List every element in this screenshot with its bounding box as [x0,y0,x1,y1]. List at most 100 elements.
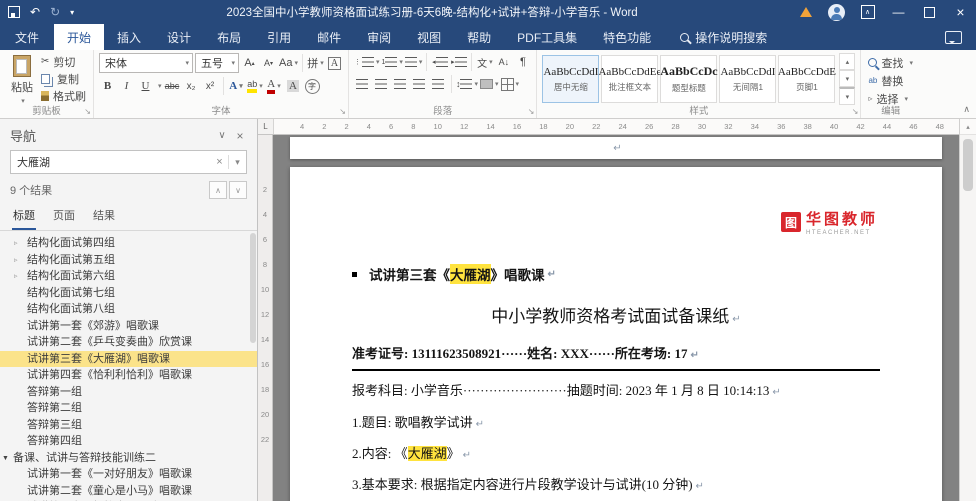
align-right-button[interactable] [392,75,409,93]
phonetic-guide-button[interactable]: 拼▾ [307,54,324,72]
close-button[interactable]: × [945,0,976,24]
collapse-ribbon-button[interactable]: ∧ [963,104,970,115]
font-name-select[interactable]: 宋体▾ [99,53,193,73]
tab-layout[interactable]: 布局 [204,24,254,50]
nav-tab-pages[interactable]: 页面 [52,204,76,230]
justify-button[interactable] [411,75,428,93]
cut-button[interactable]: ✂剪切 [39,53,88,70]
multilevel-list-button[interactable]: ▾ [405,53,423,71]
navigation-close-button[interactable]: × [231,129,249,143]
grow-font-button[interactable]: A▴ [241,54,258,72]
line-spacing-button[interactable]: ↕▾ [456,75,478,93]
tab-help[interactable]: 帮助 [454,24,504,50]
tab-mailings[interactable]: 邮件 [304,24,354,50]
search-options-button[interactable]: ▾ [229,157,246,168]
scroll-up-button[interactable]: ▴ [960,119,976,135]
collapse-icon[interactable]: ▼ [2,453,9,466]
account-button[interactable] [821,0,852,24]
paragraph-dialog-launcher[interactable]: ↘ [528,108,535,116]
shading-button[interactable]: ▾ [480,75,499,93]
clipboard-dialog-launcher[interactable]: ↘ [84,108,91,116]
nav-heading-item[interactable]: 试讲第一套《郊游》唱歌课 [0,318,257,335]
change-case-button[interactable]: Aa▾ [279,54,298,72]
tab-home[interactable]: 开始 [54,24,104,50]
nav-heading-item[interactable]: 试讲第二套《童心是小马》唱歌课 [0,483,257,500]
style-card[interactable]: AaBbCcDdI 居中无缩 [542,55,599,103]
nav-heading-item[interactable]: 答辩第二组 [0,400,257,417]
undo-button[interactable]: ↶ [30,5,40,19]
borders-button[interactable]: ▾ [501,75,520,93]
nav-heading-item[interactable]: 答辩第三组 [0,417,257,434]
nav-heading-item[interactable]: 结构化面试第八组 [0,301,257,318]
numbering-button[interactable]: 1▾ [382,53,403,71]
copy-button[interactable]: 复制 [39,70,88,87]
show-formatting-marks-button[interactable]: ¶ [514,53,531,71]
style-card[interactable]: AaBbCcDdI 无间隔1 [719,55,776,103]
nav-heading-item[interactable]: ▼备课、试讲与答辩技能训练二 [0,450,257,467]
tab-file[interactable]: 文件 [0,24,54,50]
next-result-button[interactable]: ∨ [229,181,247,199]
format-painter-button[interactable]: 格式刷 [39,87,88,104]
tab-stop-selector[interactable]: L [258,119,274,134]
feedback-icon[interactable] [945,31,962,44]
style-card[interactable]: AaBbCcDdEe 批注框文本 [601,55,658,103]
maximize-button[interactable] [914,0,945,24]
tab-references[interactable]: 引用 [254,24,304,50]
font-size-select[interactable]: 五号▾ [195,53,239,73]
nav-heading-item[interactable]: 答辩第一组 [0,384,257,401]
ribbon-display-options-button[interactable]: ∧ [852,0,883,24]
highlight-button[interactable]: ab▾ [247,77,264,95]
tab-insert[interactable]: 插入 [104,24,154,50]
nav-tab-headings[interactable]: 标题 [12,204,36,230]
distribute-button[interactable] [430,75,447,93]
previous-page-bottom[interactable]: ↵ [290,137,942,159]
document-scrollbar[interactable]: ▴ [959,119,976,501]
previous-result-button[interactable]: ∧ [209,181,227,199]
nav-scrollbar-thumb[interactable] [250,233,256,343]
align-left-button[interactable] [354,75,371,93]
nav-heading-item[interactable]: 试讲第一套《一对好朋友》唱歌课 [0,466,257,483]
vertical-ruler[interactable]: 2 4 6 8 10 12 14 16 18 20 22 [258,135,273,501]
decrease-indent-button[interactable]: ◂ [431,53,448,71]
strikethrough-button[interactable]: abc [164,77,181,95]
tab-review[interactable]: 审阅 [354,24,404,50]
scrollbar-thumb[interactable] [963,139,973,191]
tab-special-features[interactable]: 特色功能 [590,24,664,50]
nav-heading-item[interactable]: 试讲第二套《乒乓变奏曲》欣赏课 [0,334,257,351]
align-center-button[interactable] [373,75,390,93]
redo-button[interactable]: ↻ [50,5,60,19]
styles-dialog-launcher[interactable]: ↘ [852,108,859,116]
navigation-options-button[interactable]: ∨ [213,130,231,141]
style-card[interactable]: AaBbCcDc 题型标题 [660,55,717,103]
alert-button[interactable] [790,0,821,24]
sort-button[interactable]: A↓ [495,53,512,71]
document-page[interactable]: 图 华图教师 HTEACHER.NET 试讲第三套《大雁湖》唱歌课 ↵ 中小学教… [290,167,942,501]
expand-icon[interactable]: ▹ [14,255,18,268]
character-border-button[interactable]: A [326,54,343,72]
expand-icon[interactable]: ▹ [14,238,18,251]
search-clear-button[interactable]: × [211,156,228,168]
paste-button[interactable]: 粘贴 ▾ [5,53,39,107]
italic-button[interactable]: I [118,77,135,95]
nav-heading-item[interactable]: ▹结构化面试第五组 [0,252,257,269]
increase-indent-button[interactable]: ▸ [450,53,467,71]
save-button[interactable] [8,6,20,18]
asian-layout-button[interactable]: 文▾ [476,53,493,71]
styles-scroll-up-button[interactable]: ▴ [839,53,855,70]
underline-button[interactable]: U [137,77,154,95]
search-input[interactable]: 大雁湖 [11,154,211,170]
expand-icon[interactable]: ▹ [14,271,18,284]
nav-heading-item[interactable]: 试讲第四套《恰利利恰利》唱歌课 [0,367,257,384]
nav-heading-item-current[interactable]: 试讲第三套《大雁湖》唱歌课 [0,351,257,368]
font-color-button[interactable]: A▾ [266,77,283,95]
minimize-button[interactable]: — [883,0,914,24]
character-shading-button[interactable]: A [285,77,302,95]
tab-pdf-tools[interactable]: PDF工具集 [504,24,590,50]
nav-heading-item[interactable]: 答辩第四组 [0,433,257,450]
bullets-button[interactable]: ⋮▾ [354,53,380,71]
replace-button[interactable]: ab替换 [866,72,915,89]
styles-scroll-down-button[interactable]: ▾ [839,70,855,87]
font-dialog-launcher[interactable]: ↘ [339,108,346,116]
nav-heading-item[interactable]: ▹结构化面试第四组 [0,235,257,252]
superscript-button[interactable]: x² [202,77,219,95]
